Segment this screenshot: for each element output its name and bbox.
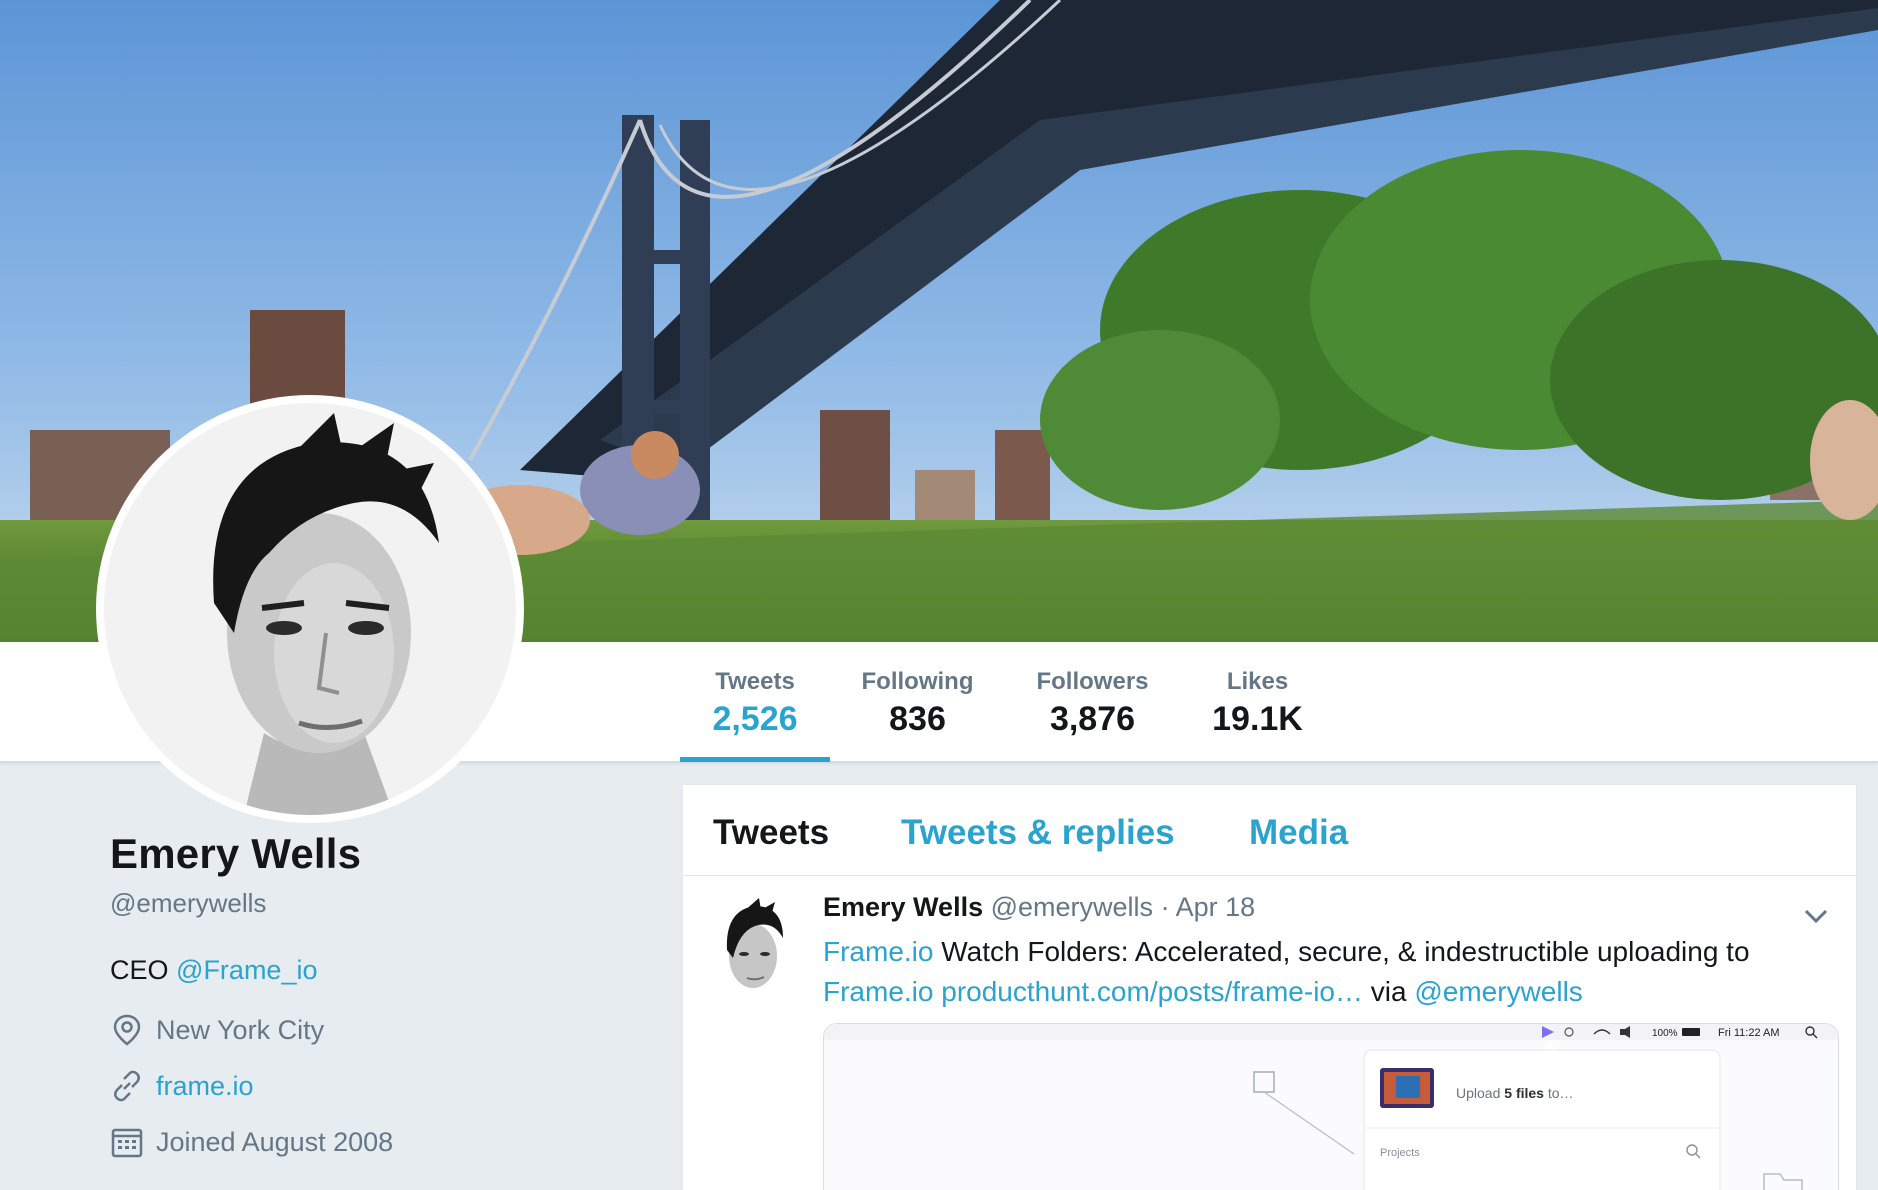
stat-following[interactable]: Following 836 bbox=[850, 642, 985, 762]
profile-card: Emery Wells @emerywells CEO @Frame_io Ne… bbox=[110, 830, 630, 1160]
stat-tweets[interactable]: Tweets 2,526 bbox=[680, 642, 830, 762]
tweet-link-frameio-2[interactable]: Frame.io bbox=[823, 976, 933, 1007]
tab-media[interactable]: Media bbox=[1249, 813, 1348, 853]
stat-likes[interactable]: Likes 19.1K bbox=[1190, 642, 1325, 762]
tweet-item[interactable]: Emery Wells @emerywells · Apr 18 Frame.i… bbox=[683, 876, 1856, 1190]
tweet-body: Watch Folders: Accelerated, secure, & in… bbox=[933, 936, 1750, 967]
profile-joined: Joined August 2008 bbox=[110, 1124, 630, 1160]
calendar-icon bbox=[110, 1125, 144, 1159]
stat-value: 19.1K bbox=[1212, 700, 1303, 738]
profile-location: New York City bbox=[110, 1012, 630, 1048]
stat-label: Tweets bbox=[715, 668, 795, 695]
profile-name[interactable]: Emery Wells bbox=[110, 830, 630, 878]
profile-avatar[interactable] bbox=[96, 395, 524, 823]
svg-text:Upload 5 files to…: Upload 5 files to… bbox=[1456, 1085, 1574, 1101]
tweet-via: via bbox=[1363, 976, 1415, 1007]
stat-label: Likes bbox=[1226, 668, 1289, 695]
stat-label: Following bbox=[861, 668, 974, 695]
chevron-down-icon[interactable] bbox=[1800, 900, 1832, 932]
media-time-text: Fri 11:22 AM bbox=[1718, 1027, 1780, 1039]
tweet-text: Frame.io Watch Folders: Accelerated, sec… bbox=[823, 932, 1823, 1012]
stat-value: 3,876 bbox=[1049, 700, 1136, 738]
stat-label: Followers bbox=[1036, 668, 1149, 695]
tweet-url-link[interactable]: producthunt.com/posts/frame-io… bbox=[941, 976, 1363, 1007]
tweet-link-frameio[interactable]: Frame.io bbox=[823, 936, 933, 967]
tweet-header: Emery Wells @emerywells · Apr 18 bbox=[823, 892, 1255, 923]
bio-mention-link[interactable]: @Frame_io bbox=[176, 955, 317, 985]
map-pin-icon bbox=[110, 1013, 144, 1047]
tab-tweets-replies[interactable]: Tweets & replies bbox=[901, 813, 1175, 853]
active-tab-indicator bbox=[680, 757, 830, 762]
tweet-timestamp[interactable]: Apr 18 bbox=[1176, 892, 1256, 922]
website-link[interactable]: frame.io bbox=[156, 1071, 254, 1102]
timeline-tabs: Tweets Tweets & replies Media bbox=[683, 785, 1856, 876]
stat-value: 2,526 bbox=[712, 700, 798, 738]
timeline: Tweets Tweets & replies Media Emery Well… bbox=[682, 784, 1857, 1190]
profile-website: frame.io bbox=[110, 1068, 630, 1104]
profile-bio: CEO @Frame_io bbox=[110, 955, 630, 986]
tweet-author-handle[interactable]: @emerywells bbox=[991, 892, 1153, 922]
link-icon bbox=[110, 1069, 144, 1103]
tweet-media-card[interactable]: 100% Fri 11:22 AM Upload 5 files to… Pro… bbox=[823, 1023, 1839, 1190]
media-battery-text: 100% bbox=[1652, 1028, 1678, 1039]
location-text: New York City bbox=[156, 1014, 325, 1045]
stat-followers[interactable]: Followers 3,876 bbox=[1025, 642, 1160, 762]
stat-value: 836 bbox=[889, 700, 946, 738]
tab-tweets[interactable]: Tweets bbox=[713, 813, 829, 853]
tweet-mention-link[interactable]: @emerywells bbox=[1414, 976, 1582, 1007]
tweet-separator: · bbox=[1160, 892, 1170, 922]
tweet-media-image: 100% Fri 11:22 AM Upload 5 files to… Pro… bbox=[824, 1024, 1838, 1190]
avatar-photo bbox=[104, 403, 516, 815]
profile-handle[interactable]: @emerywells bbox=[110, 888, 630, 919]
tweet-avatar[interactable] bbox=[713, 898, 791, 996]
joined-text: Joined August 2008 bbox=[156, 1126, 394, 1157]
bio-text: CEO bbox=[110, 955, 169, 985]
tweet-author-name[interactable]: Emery Wells bbox=[823, 892, 983, 922]
media-projects-label: Projects bbox=[1380, 1147, 1420, 1159]
